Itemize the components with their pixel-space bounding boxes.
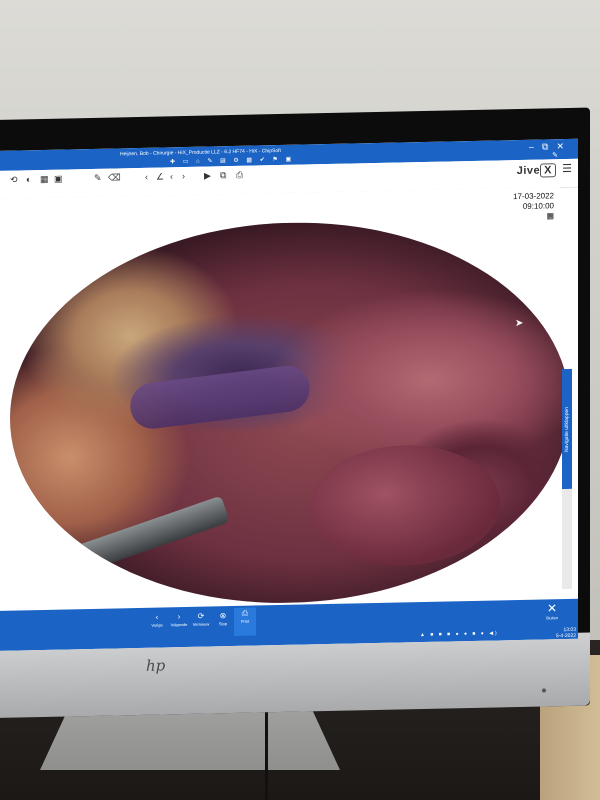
bowel-loop [310,443,500,568]
refresh-button[interactable]: ⟳ Vernieuw [190,610,212,627]
jive-logo: Jive X [517,163,556,178]
monitor: hp Heijnen, Bob - Chirurgie - HiX_Produc… [0,107,594,720]
grid-icon[interactable]: ▦ [513,211,554,222]
close-icon: ✕ [546,601,558,616]
stop-button[interactable]: ⊗ Stop [212,610,234,626]
chevron-left-icon: ‹ [155,612,159,622]
chevron-right-icon: › [177,612,181,622]
menu-icon[interactable]: ☰ [562,162,572,175]
adjust-icon[interactable]: ◐ [26,174,31,184]
minimize-button[interactable]: – [529,142,542,152]
navigation-expand-label: Navigatie uitklappen [564,406,570,452]
copy-icon[interactable]: ⧉ [220,170,226,181]
next-button[interactable]: › Volgende [168,611,190,627]
navigation-expand-tab[interactable]: Navigatie uitklappen [562,368,572,490]
layout-icon[interactable]: ▦ [40,174,49,185]
print-icon[interactable]: ⎙ [236,170,243,181]
pen-icon[interactable]: ✎ [94,173,102,184]
stop-icon: ⊗ [219,611,227,621]
rotate-icon[interactable]: ⟲ [10,175,18,186]
mouse-cursor-icon: ➤ [515,317,524,330]
refresh-icon: ⟳ [197,611,205,621]
draw-line-icon[interactable]: ∠ [156,171,164,182]
hp-logo: hp [146,656,166,675]
scrollbar[interactable] [562,488,572,590]
surgical-instrument [40,495,230,585]
taskbar-clock[interactable]: 13:03 5-4-2022 [556,627,576,639]
vessel-region [128,363,312,432]
print-button[interactable]: ⎙ Print [234,607,256,636]
quick-access-toolbar[interactable]: ✚ ▭ ⌂ ✎ ▤ ⚙ ▦ ✔ ⚑ ▣ [170,156,294,166]
chevron-left-small-icon[interactable]: ‹ [170,171,173,181]
maximize-button[interactable]: ⧉ [542,141,556,151]
close-window-button[interactable]: ✕ [556,141,572,151]
upper-instrument [49,227,171,255]
eraser-icon[interactable]: ⌫ [108,172,121,183]
close-button[interactable]: ✕ Sluiten [540,601,564,621]
print-icon: ⎙ [241,608,249,618]
laparoscopic-image[interactable]: ➤ [10,216,570,609]
previous-button[interactable]: ‹ Vorige [146,611,168,628]
play-icon[interactable]: ▶ [204,170,211,181]
window-controls[interactable]: –⧉✕ [529,141,572,153]
image-timestamp: 17-03-2022 09:10:00 ▦ [513,191,554,222]
screen: Heijnen, Bob - Chirurgie - HiX_Productie… [0,138,578,651]
image-viewer: 17-03-2022 09:10:00 ▦ ➤ [0,187,570,611]
chevron-left-icon[interactable]: ‹ [145,172,148,182]
chevron-right-icon[interactable]: › [182,171,185,181]
pin-icon[interactable]: ✎ [552,151,558,159]
pointer-icon[interactable]: ▣ [54,174,63,185]
system-tray-icons[interactable]: ▲ ■ ■ ■ ● ● ■ ● ◀) [420,630,499,638]
